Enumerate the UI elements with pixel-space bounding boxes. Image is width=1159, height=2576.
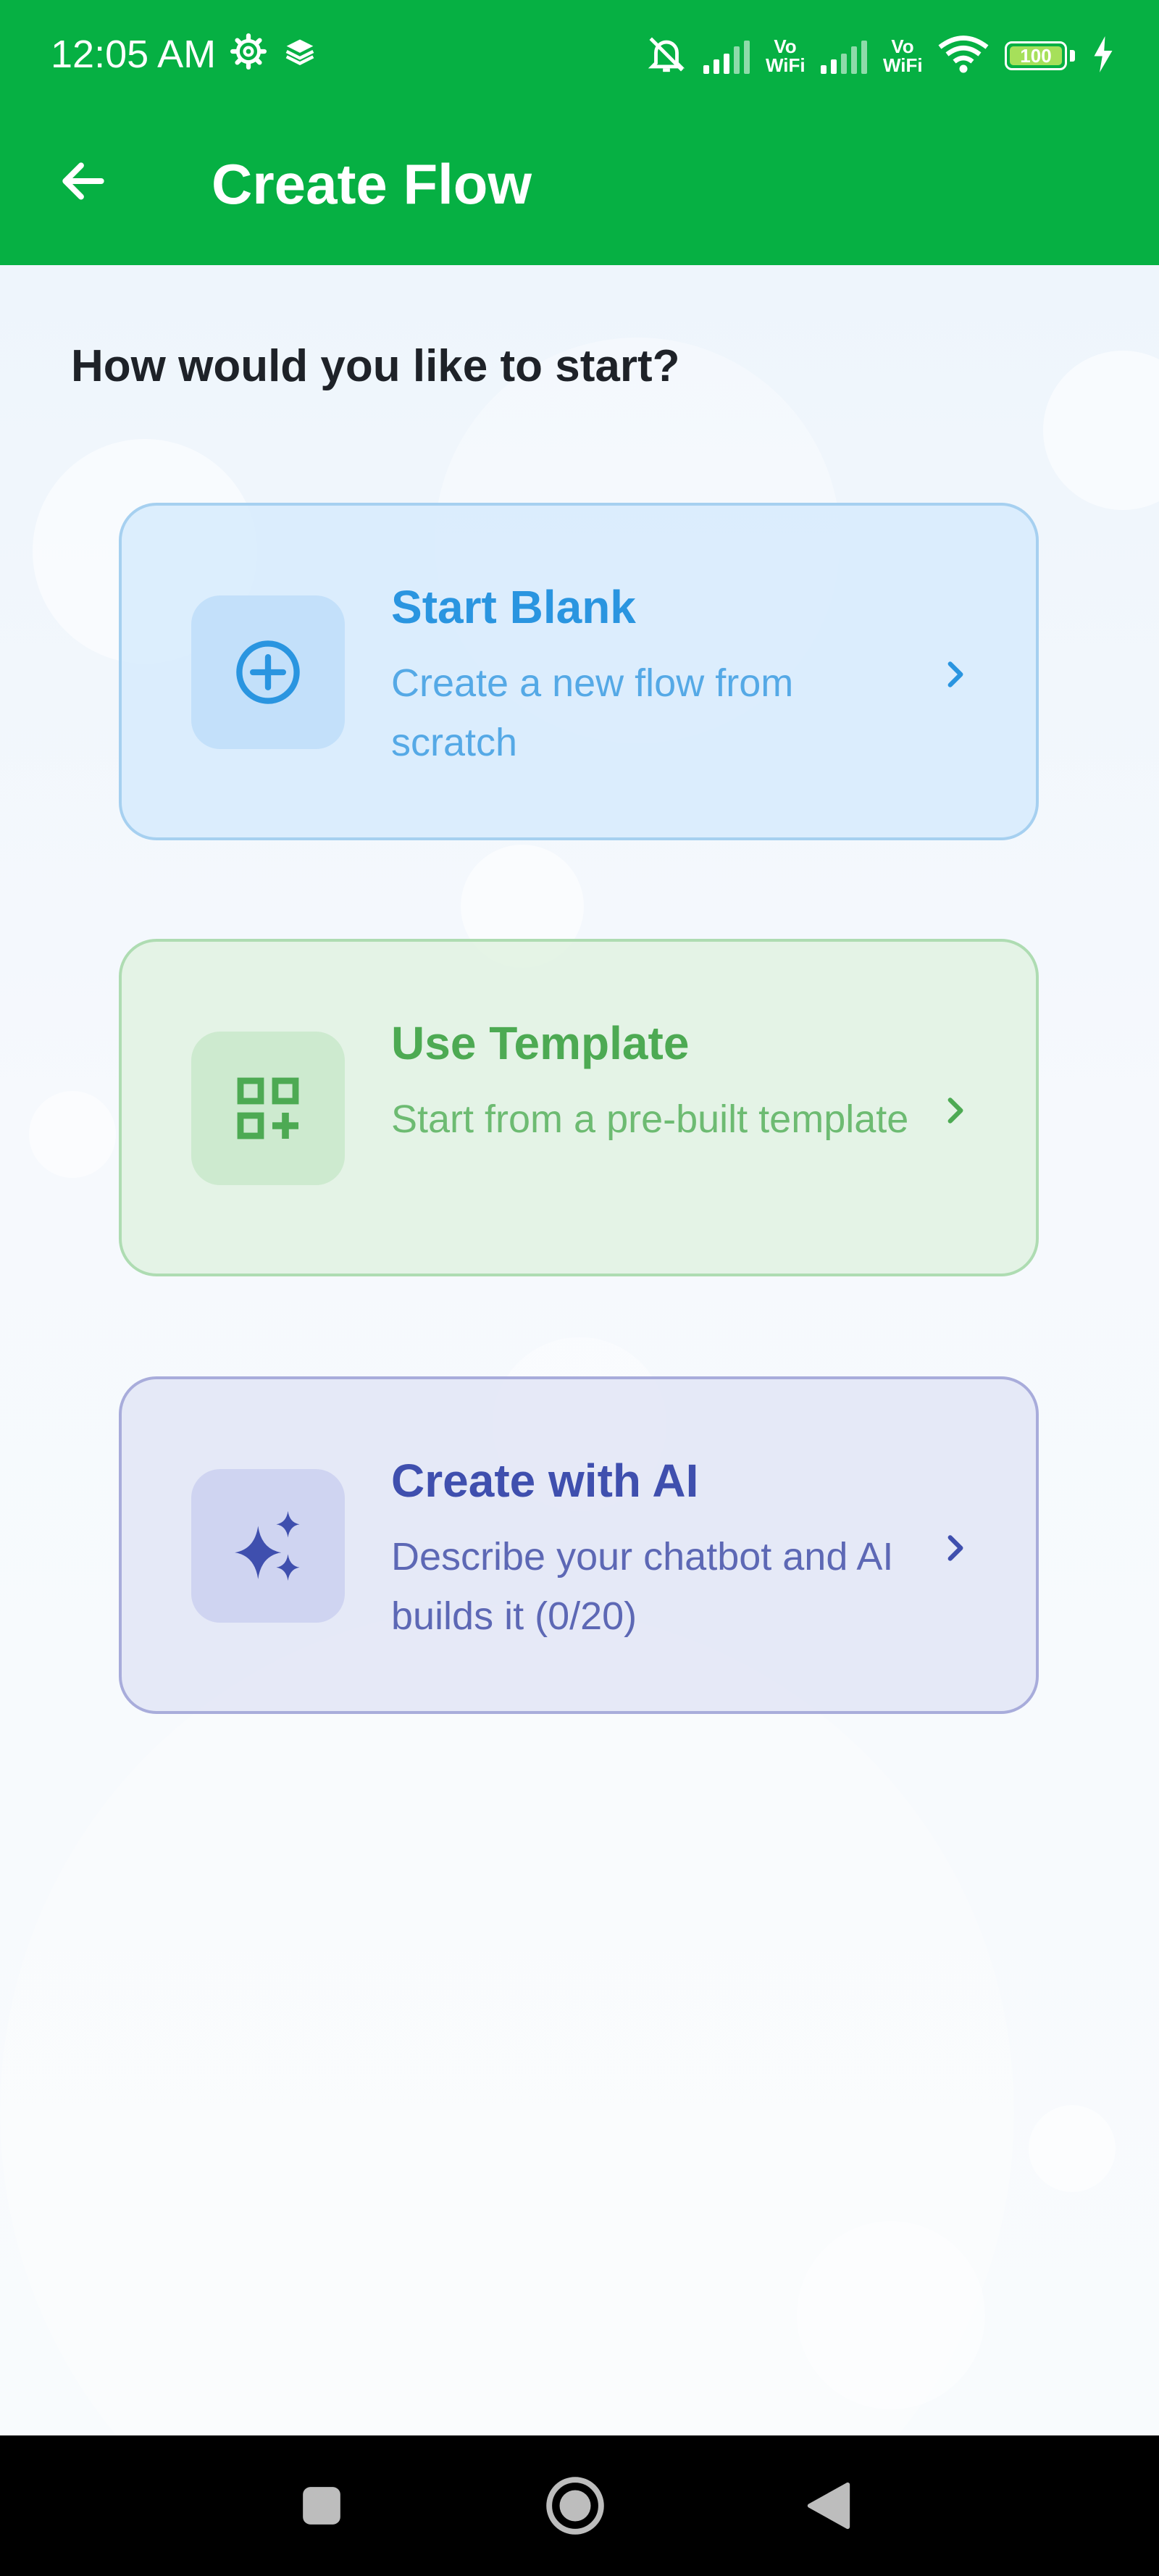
start-blank-description: Create a new flow from scratch xyxy=(391,661,794,764)
chevron-right-icon xyxy=(926,1082,984,1139)
settings-gear-icon xyxy=(230,33,267,73)
layers-icon xyxy=(284,35,316,71)
main-content: How would you like to start? Start Blank… xyxy=(0,265,1159,2435)
start-blank-card[interactable]: Start Blank Create a new flow from scrat… xyxy=(119,503,1039,840)
start-blank-icon-tile xyxy=(191,595,345,749)
status-time: 12:05 AM xyxy=(51,33,217,76)
battery-cap xyxy=(1070,50,1075,62)
system-back-button[interactable] xyxy=(792,2470,865,2542)
use-template-description: Start from a pre-built template xyxy=(391,1097,909,1141)
status-bar: 12:05 AM Vo WiFi Vo WiFi 100 xyxy=(0,0,1159,109)
use-template-title: Use Template xyxy=(391,1017,690,1069)
back-triangle-icon xyxy=(807,2482,850,2530)
vowifi-label-2: Vo WiFi xyxy=(883,35,923,76)
signal-icon-2 xyxy=(821,38,867,74)
chevron-right-icon xyxy=(926,645,984,703)
status-left-icons xyxy=(230,33,316,73)
start-prompt: How would you like to start? xyxy=(71,341,680,391)
create-with-ai-icon-tile xyxy=(191,1469,345,1623)
system-nav-bar xyxy=(0,2435,1159,2576)
battery-icon: 100 xyxy=(1005,41,1067,70)
create-with-ai-description: Describe your chatbot and AI builds it (… xyxy=(391,1535,894,1638)
create-with-ai-card[interactable]: Create with AI Describe your chatbot and… xyxy=(119,1376,1039,1714)
home-button[interactable] xyxy=(539,2470,611,2542)
recents-square-icon xyxy=(303,2487,340,2525)
chevron-right-icon xyxy=(926,1519,984,1577)
home-circle-icon xyxy=(546,2477,604,2535)
background-bubble xyxy=(29,1091,116,1178)
status-right-icons: Vo WiFi Vo WiFi 100 xyxy=(645,29,1116,83)
arrow-left-icon xyxy=(62,162,104,200)
background-bubble xyxy=(1029,2105,1116,2192)
mute-bell-icon xyxy=(645,33,687,79)
signal-icon xyxy=(703,38,750,74)
recents-button[interactable] xyxy=(285,2470,358,2542)
use-template-card[interactable]: Use Template Start from a pre-built temp… xyxy=(119,939,1039,1276)
plus-circle-icon xyxy=(236,640,300,704)
create-with-ai-title: Create with AI xyxy=(391,1455,699,1507)
use-template-icon-tile xyxy=(191,1032,345,1185)
wifi-icon xyxy=(938,34,989,78)
app-bar: Create Flow xyxy=(0,109,1159,265)
background-bubble xyxy=(0,1605,1014,2435)
grid-plus-icon xyxy=(237,1077,299,1139)
charging-bolt-icon xyxy=(1091,35,1116,76)
battery-level: 100 xyxy=(1020,44,1052,67)
background-bubble xyxy=(1043,351,1159,510)
vowifi-label: Vo WiFi xyxy=(766,35,806,76)
start-blank-title: Start Blank xyxy=(391,581,636,633)
page-title: Create Flow xyxy=(212,152,532,216)
sparkles-icon xyxy=(235,1510,300,1581)
back-button[interactable] xyxy=(43,141,123,221)
